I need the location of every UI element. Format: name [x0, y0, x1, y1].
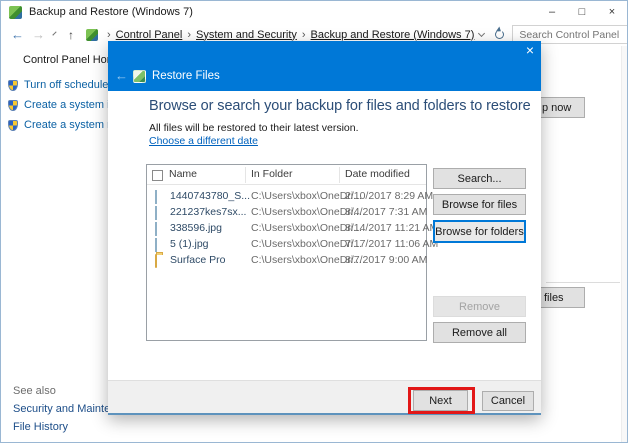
window-scrollbar[interactable] — [621, 46, 627, 442]
forward-icon[interactable]: → — [28, 28, 49, 41]
search-input[interactable] — [513, 29, 628, 41]
file-date: 2/10/2017 8:29 AM — [345, 190, 433, 202]
image-file-icon — [155, 206, 157, 220]
choose-different-date-link[interactable]: Choose a different date — [149, 135, 258, 147]
close-button[interactable]: × — [597, 1, 627, 23]
restore-files-dialog: × ← Restore Files Browse or search your … — [108, 41, 541, 415]
uac-shield-icon — [8, 80, 18, 91]
history-chevron-icon[interactable] — [52, 31, 56, 35]
table-row[interactable]: Surface Pro C:\Users\xbox\OneDri... 8/7/… — [147, 252, 426, 268]
refresh-icon[interactable] — [495, 30, 504, 39]
column-divider[interactable] — [245, 167, 246, 183]
restore-my-files-button-fragment[interactable]: files — [541, 287, 585, 308]
back-icon[interactable]: ← — [7, 28, 28, 41]
section-divider — [546, 282, 620, 283]
file-date: 8/14/2017 11:21 AM — [345, 222, 438, 234]
sidebar-item-label: Turn off schedule — [24, 79, 108, 91]
dialog-note: All files will be restored to their late… — [149, 122, 359, 134]
folder-icon — [155, 254, 157, 268]
file-date: 8/7/2017 9:00 AM — [345, 254, 427, 266]
window-controls: – □ × — [537, 1, 627, 23]
select-all-checkbox[interactable] — [152, 170, 163, 181]
file-date: 7/17/2017 11:06 AM — [345, 238, 438, 250]
dialog-title: Restore Files — [152, 70, 220, 82]
backup-restore-window: Backup and Restore (Windows 7) – □ × ← →… — [0, 0, 628, 443]
table-row[interactable]: 221237kes7sx... C:\Users\xbox\OneDri... … — [147, 204, 426, 220]
control-panel-icon — [86, 29, 98, 41]
minimize-button[interactable]: – — [537, 1, 567, 23]
column-header-in-folder[interactable]: In Folder — [251, 168, 292, 180]
dialog-back-icon[interactable]: ← — [115, 68, 128, 83]
uac-shield-icon — [8, 120, 18, 131]
breadcrumb-backup-and-restore[interactable]: Backup and Restore (Windows 7) — [311, 29, 475, 41]
back-up-now-button-fragment[interactable]: p now — [541, 97, 585, 118]
breadcrumb-control-panel[interactable]: Control Panel — [116, 29, 183, 41]
browse-for-folders-button[interactable]: Browse for folders — [433, 220, 526, 243]
table-row[interactable]: 1440743780_S... C:\Users\xbox\OneDri... … — [147, 188, 426, 204]
column-header-name[interactable]: Name — [169, 168, 197, 180]
dialog-close-icon[interactable]: × — [526, 43, 534, 57]
breadcrumb-separator: › — [107, 29, 111, 41]
image-file-icon — [155, 190, 157, 204]
column-header-date-modified[interactable]: Date modified — [345, 168, 410, 180]
file-name: 1440743780_S... — [170, 190, 250, 202]
breadcrumb-separator: › — [187, 29, 191, 41]
uac-shield-icon — [8, 100, 18, 111]
address-dropdown-icon[interactable] — [478, 30, 485, 37]
file-name: 221237kes7sx... — [170, 206, 246, 218]
file-date: 8/4/2017 7:31 AM — [345, 206, 427, 218]
list-header: Name In Folder Date modified — [147, 165, 426, 185]
image-file-icon — [155, 222, 157, 236]
cancel-button[interactable]: Cancel — [482, 391, 534, 411]
image-file-icon — [155, 238, 157, 252]
search-button[interactable]: Search... — [433, 168, 526, 189]
dialog-footer — [108, 380, 541, 413]
see-also-header: See also — [13, 385, 56, 397]
breadcrumb-separator: › — [302, 29, 306, 41]
sidebar-item-file-history[interactable]: File History — [13, 421, 68, 433]
breadcrumb-system-and-security[interactable]: System and Security — [196, 29, 297, 41]
browse-for-files-button[interactable]: Browse for files — [433, 194, 526, 215]
column-divider[interactable] — [339, 167, 340, 183]
sidebar-item-turn-off-schedule[interactable]: Turn off schedule — [8, 79, 108, 91]
file-name: 338596.jpg — [170, 222, 222, 234]
next-button[interactable]: Next — [413, 390, 468, 411]
remove-button: Remove — [433, 296, 526, 317]
file-name: Surface Pro — [170, 254, 225, 266]
restore-files-icon — [133, 70, 146, 83]
table-row[interactable]: 338596.jpg C:\Users\xbox\OneDri... 8/14/… — [147, 220, 426, 236]
maximize-button[interactable]: □ — [567, 1, 597, 23]
app-icon — [9, 6, 22, 19]
dialog-heading: Browse or search your backup for files a… — [149, 98, 531, 114]
title-bar: Backup and Restore (Windows 7) – □ × — [1, 1, 627, 23]
table-row[interactable]: 5 (1).jpg C:\Users\xbox\OneDri... 7/17/2… — [147, 236, 426, 252]
up-icon[interactable]: ↑ — [64, 29, 78, 41]
backup-files-list: Name In Folder Date modified 1440743780_… — [146, 164, 427, 341]
file-name: 5 (1).jpg — [170, 238, 209, 250]
window-title: Backup and Restore (Windows 7) — [29, 6, 193, 18]
dialog-header: × ← Restore Files — [108, 41, 541, 91]
sidebar-item-security-and-maintenance[interactable]: Security and Mainten — [13, 403, 116, 415]
remove-all-button[interactable]: Remove all — [433, 322, 526, 343]
